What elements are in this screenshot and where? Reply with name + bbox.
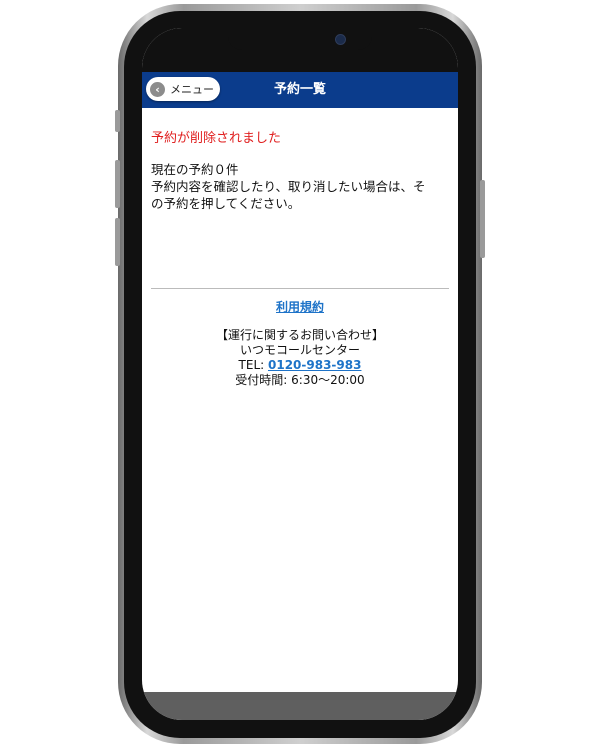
contact-info: 【運行に関するお問い合わせ】 いつモコールセンター TEL: 0120-983-… bbox=[142, 328, 458, 388]
terms-link[interactable]: 利用規約 bbox=[276, 298, 324, 316]
menu-button-label: メニュー bbox=[170, 83, 214, 96]
mute-switch bbox=[115, 110, 120, 132]
business-hours: 受付時間: 6:30〜20:00 bbox=[235, 373, 365, 387]
footer: 利用規約 【運行に関するお問い合わせ】 いつモコールセンター TEL: 0120… bbox=[142, 298, 458, 388]
volume-down-button bbox=[115, 218, 120, 266]
screenshot-stage: 予約一覧 ‹ メニュー 予約が削除されました 現在の予約０件 予約内容を確認した… bbox=[0, 0, 600, 750]
contact-name: いつモコールセンター bbox=[239, 343, 360, 357]
reservation-info: 現在の予約０件 予約内容を確認したり、取り消したい場合は、そ の予約を押してくだ… bbox=[151, 161, 449, 212]
section-divider bbox=[151, 288, 449, 289]
contact-heading: 【運行に関するお問い合わせ】 bbox=[215, 328, 384, 342]
main-content: 予約が削除されました 現在の予約０件 予約内容を確認したり、取り消したい場合は、… bbox=[151, 108, 449, 212]
chevron-left-icon: ‹ bbox=[150, 81, 165, 97]
power-button bbox=[480, 180, 485, 258]
camera-icon bbox=[335, 34, 346, 45]
menu-button[interactable]: ‹ メニュー bbox=[146, 77, 220, 101]
tel-link[interactable]: 0120-983-983 bbox=[268, 358, 361, 372]
volume-up-button bbox=[115, 160, 120, 208]
app-header: 予約一覧 ‹ メニュー bbox=[142, 72, 458, 108]
bottom-bar bbox=[142, 692, 458, 720]
contact-tel: TEL: 0120-983-983 bbox=[142, 358, 458, 373]
deletion-notice: 予約が削除されました bbox=[151, 131, 282, 146]
instructions-line-1: 予約内容を確認したり、取り消したい場合は、そ bbox=[151, 179, 426, 194]
tel-prefix: TEL: bbox=[238, 358, 268, 372]
reservation-count: 現在の予約０件 bbox=[151, 162, 239, 177]
notch bbox=[228, 28, 372, 50]
instructions-line-2: の予約を押してください。 bbox=[151, 196, 301, 211]
phone-screen: 予約一覧 ‹ メニュー 予約が削除されました 現在の予約０件 予約内容を確認した… bbox=[142, 28, 458, 720]
